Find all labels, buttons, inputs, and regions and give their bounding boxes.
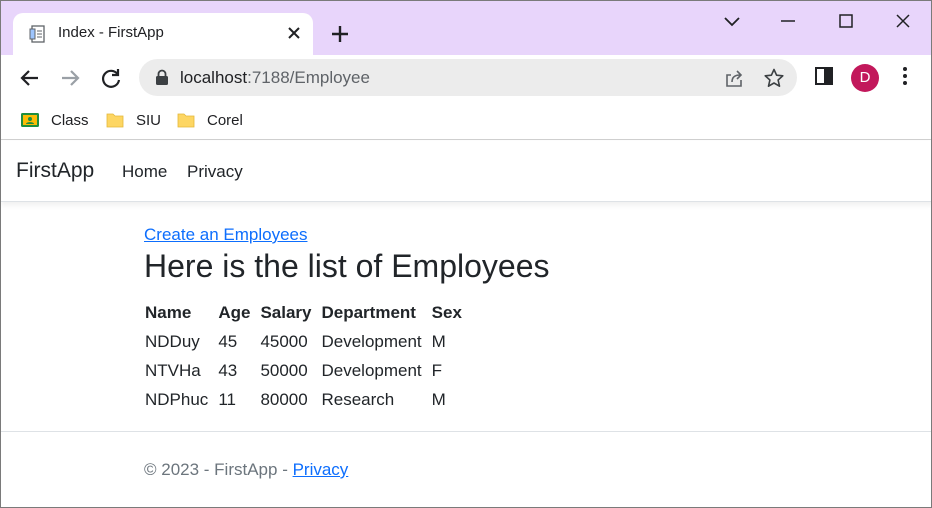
cell-name: NDDuy bbox=[145, 331, 200, 351]
cell-sex: M bbox=[431, 331, 446, 351]
column-header-name: Name bbox=[145, 303, 192, 322]
create-employee-link[interactable]: Create an Employees bbox=[144, 225, 307, 245]
close-window-icon[interactable] bbox=[890, 9, 916, 35]
maximize-icon[interactable] bbox=[833, 9, 859, 35]
close-tab-icon[interactable] bbox=[283, 22, 305, 44]
cell-salary: 45000 bbox=[260, 331, 308, 351]
browser-toolbar: localhost:7188/Employee bbox=[1, 55, 931, 101]
minimize-icon[interactable] bbox=[775, 9, 801, 35]
classroom-icon bbox=[21, 113, 39, 127]
cell-sex: F bbox=[431, 360, 443, 380]
new-tab-icon[interactable] bbox=[327, 21, 353, 47]
tab-active[interactable]: Index - FirstApp bbox=[13, 13, 313, 55]
column-header-salary: Salary bbox=[260, 303, 312, 322]
tab-title: Index - FirstApp bbox=[58, 24, 164, 41]
lock-icon[interactable] bbox=[154, 69, 170, 86]
browser-window: Index - FirstApp localhost:7188/Employee… bbox=[0, 0, 932, 508]
url-path: :7188/Employee bbox=[247, 68, 370, 87]
back-icon[interactable] bbox=[17, 65, 43, 91]
reload-icon[interactable] bbox=[98, 65, 124, 91]
tab-search-icon[interactable] bbox=[719, 9, 745, 35]
employees-table: Name Age Salary Department Sex NDDuy 45 … bbox=[144, 299, 471, 414]
tab-strip: Index - FirstApp bbox=[1, 1, 931, 55]
cell-name: NDPhuc bbox=[145, 389, 209, 409]
more-menu-icon[interactable] bbox=[894, 65, 916, 87]
bookmark-label: Class bbox=[51, 111, 89, 129]
table-row: NTVHa 43 50000 Development F bbox=[144, 356, 471, 385]
share-icon[interactable] bbox=[723, 67, 745, 89]
cell-sex: M bbox=[431, 389, 446, 409]
cell-name: NTVHa bbox=[145, 360, 201, 380]
folder-icon bbox=[177, 113, 195, 128]
column-header-department: Department bbox=[321, 303, 416, 322]
site-navbar: FirstApp Home Privacy bbox=[1, 141, 931, 202]
nav-home[interactable]: Home bbox=[122, 162, 167, 182]
nav-privacy[interactable]: Privacy bbox=[187, 162, 243, 182]
site-footer: © 2023 - FirstApp - Privacy bbox=[1, 431, 931, 507]
page-title: Here is the list of Employees bbox=[144, 248, 550, 284]
table-row: NDPhuc 11 80000 Research M bbox=[144, 385, 471, 414]
cell-salary: 80000 bbox=[260, 389, 308, 409]
column-header-sex: Sex bbox=[431, 303, 462, 322]
address-bar[interactable]: localhost:7188/Employee bbox=[139, 59, 797, 96]
cell-age: 11 bbox=[218, 389, 236, 409]
footer-copyright: © 2023 - FirstApp - bbox=[144, 460, 293, 479]
url-text: localhost:7188/Employee bbox=[180, 68, 370, 88]
bookmark-label: SIU bbox=[136, 111, 162, 129]
side-panel-icon[interactable] bbox=[813, 65, 835, 87]
forward-icon[interactable] bbox=[57, 65, 83, 91]
page-icon bbox=[29, 25, 45, 43]
cell-department: Research bbox=[321, 389, 395, 409]
cell-department: Development bbox=[321, 360, 422, 380]
bookmarks-bar: Class SIU Corel bbox=[1, 101, 931, 140]
cell-department: Development bbox=[321, 331, 422, 351]
web-page: FirstApp Home Privacy Create an Employee… bbox=[1, 141, 931, 507]
footer-privacy-link[interactable]: Privacy bbox=[293, 460, 349, 479]
cell-salary: 50000 bbox=[260, 360, 308, 380]
bookmark-siu[interactable]: SIU bbox=[105, 108, 161, 132]
footer-text: © 2023 - FirstApp - Privacy bbox=[144, 460, 348, 480]
bookmark-star-icon[interactable] bbox=[763, 67, 785, 89]
profile-avatar[interactable]: D bbox=[851, 64, 879, 92]
table-header-row: Name Age Salary Department Sex bbox=[144, 299, 471, 327]
folder-icon bbox=[106, 113, 124, 128]
cell-age: 43 bbox=[218, 360, 238, 380]
site-brand[interactable]: FirstApp bbox=[16, 159, 94, 183]
bookmark-class[interactable]: Class bbox=[20, 108, 89, 132]
table-row: NDDuy 45 45000 Development M bbox=[144, 327, 471, 356]
column-header-age: Age bbox=[218, 303, 251, 322]
cell-age: 45 bbox=[218, 331, 238, 351]
bookmark-label: Corel bbox=[207, 111, 243, 129]
bookmark-corel[interactable]: Corel bbox=[176, 108, 243, 132]
url-host: localhost bbox=[180, 68, 248, 87]
